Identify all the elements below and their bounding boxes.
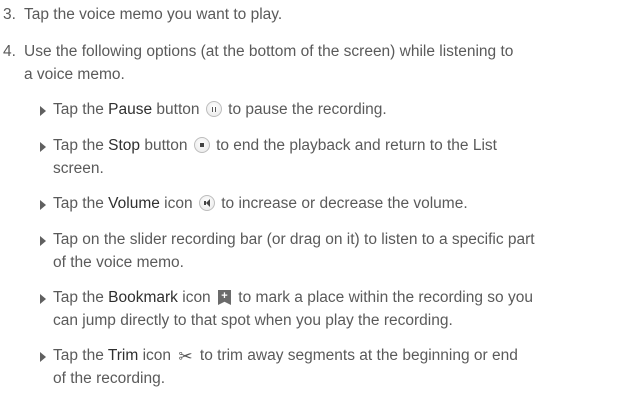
bullet-pause: Tap the Pause button to pause the record… bbox=[53, 100, 387, 119]
bullet-text: to mark a place within the recording so … bbox=[234, 289, 533, 306]
keyword-bookmark: Bookmark bbox=[108, 289, 178, 306]
bullet-stop: Tap the Stop button to end the playback … bbox=[53, 136, 497, 155]
bullet-slider-continued: of the voice memo. bbox=[53, 254, 184, 271]
keyword-stop: Stop bbox=[108, 137, 141, 154]
bullet-triangle-icon bbox=[40, 236, 46, 246]
bullet-text: button bbox=[140, 137, 188, 154]
bullet-triangle-icon bbox=[40, 294, 46, 304]
bullet-text: icon bbox=[177, 289, 211, 306]
bullet-text: to end the playback and return to the Li… bbox=[211, 137, 497, 154]
step-text: Tap the voice memo you want to play. bbox=[24, 6, 283, 23]
volume-icon bbox=[198, 195, 215, 211]
bullet-text: icon bbox=[138, 347, 172, 364]
stop-button-icon bbox=[193, 137, 210, 153]
bullet-triangle-icon bbox=[40, 142, 46, 152]
bullet-text: Tap the bbox=[53, 289, 109, 306]
step-text: Use the following options (at the bottom… bbox=[24, 43, 514, 60]
keyword-trim: Trim bbox=[107, 347, 139, 364]
bullet-trim: Tap the Trim icon ✂ to trim away segment… bbox=[53, 346, 518, 366]
bullet-text: Tap the bbox=[53, 137, 109, 154]
bullet-text: icon bbox=[159, 195, 193, 212]
step-number: 4. bbox=[3, 43, 16, 60]
bullet-triangle-icon bbox=[40, 106, 46, 116]
step-4-continued: a voice memo. bbox=[24, 66, 125, 83]
bullet-text: button bbox=[152, 101, 200, 118]
bullet-slider: Tap on the slider recording bar (or drag… bbox=[53, 231, 535, 248]
bullet-text: Tap the bbox=[53, 195, 109, 212]
step-number: 3. bbox=[3, 6, 16, 23]
step-3: 3. Tap the voice memo you want to play. bbox=[3, 5, 282, 24]
bullet-bookmark-continued: can jump directly to that spot when you … bbox=[53, 312, 453, 329]
bullet-text: to pause the recording. bbox=[223, 101, 387, 118]
bullet-text: to trim away segments at the beginning o… bbox=[195, 347, 518, 364]
keyword-pause: Pause bbox=[108, 101, 153, 118]
bullet-volume: Tap the Volume icon to increase or decre… bbox=[53, 194, 468, 213]
keyword-volume: Volume bbox=[108, 195, 160, 212]
bullet-bookmark: Tap the Bookmark icon to mark a place wi… bbox=[53, 288, 533, 307]
pause-button-icon bbox=[205, 101, 222, 117]
step-4: 4. Use the following options (at the bott… bbox=[3, 42, 513, 61]
bullet-trim-continued: of the recording. bbox=[53, 370, 166, 387]
bullet-triangle-icon bbox=[40, 200, 46, 210]
bookmark-icon bbox=[218, 290, 231, 305]
bullet-triangle-icon bbox=[40, 352, 46, 362]
scissors-icon: ✂ bbox=[178, 347, 193, 366]
bullet-text: Tap the bbox=[53, 347, 108, 364]
bullet-stop-continued: screen. bbox=[53, 160, 104, 177]
bullet-text: to increase or decrease the volume. bbox=[216, 195, 468, 212]
bullet-text: Tap the bbox=[53, 101, 109, 118]
instructions-page: 3. Tap the voice memo you want to play. 4… bbox=[0, 0, 638, 402]
